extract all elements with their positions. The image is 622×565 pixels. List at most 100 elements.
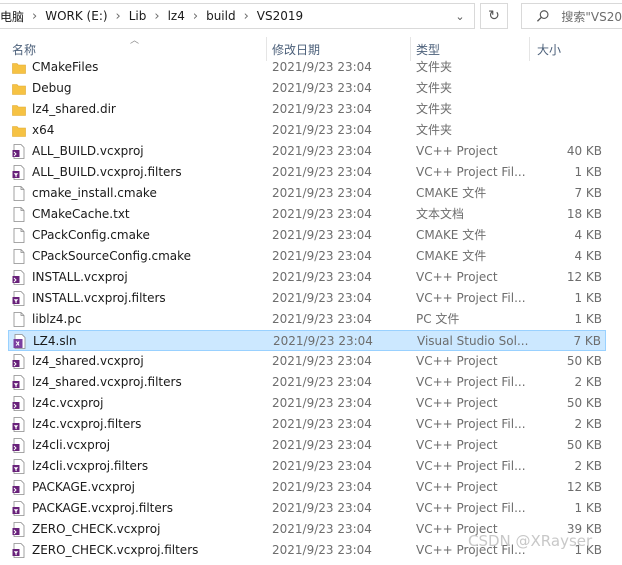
file-type: VC++ Project xyxy=(416,144,498,158)
file-row[interactable]: Debug 2021/9/23 23:04 文件夹 xyxy=(8,78,606,99)
document-icon xyxy=(12,228,26,243)
file-row[interactable]: cmake_install.cmake 2021/9/23 23:04 CMAKE … xyxy=(8,183,606,204)
file-row[interactable]: lz4cli.vcxproj.filters 2021/9/23 23:04 VC+… xyxy=(8,456,606,477)
file-row[interactable]: INSTALL.vcxproj 2021/9/23 23:04 VC++ Proje… xyxy=(8,267,606,288)
refresh-button[interactable]: ↻ xyxy=(480,3,508,29)
file-name: lz4_shared.dir xyxy=(32,102,116,116)
file-name: INSTALL.vcxproj xyxy=(32,270,128,284)
file-modified-date: 2021/9/23 23:04 xyxy=(272,186,372,200)
address-bar[interactable]: 电脑 › WORK (E:) › Lib › lz4 › build › VS2… xyxy=(0,3,475,29)
file-name: lz4_shared.vcxproj.filters xyxy=(32,375,182,389)
chevron-right-icon[interactable]: › xyxy=(32,9,37,24)
file-type: PC 文件 xyxy=(416,312,460,326)
file-name: PACKAGE.vcxproj xyxy=(32,480,135,494)
file-size: 7 KB xyxy=(574,186,602,200)
chevron-down-icon[interactable]: ⌄ xyxy=(452,8,468,24)
file-row[interactable]: ALL_BUILD.vcxproj.filters 2021/9/23 23:04… xyxy=(8,162,606,183)
vcxproj-filters-icon xyxy=(12,165,26,180)
file-row[interactable]: CPackConfig.cmake 2021/9/23 23:04 CMAKE 文件… xyxy=(8,225,606,246)
file-row[interactable]: ALL_BUILD.vcxproj 2021/9/23 23:04 VC++ Pro… xyxy=(8,141,606,162)
file-name: LZ4.sln xyxy=(33,334,77,348)
chevron-right-icon[interactable]: › xyxy=(244,9,249,24)
file-row[interactable]: CMakeFiles 2021/9/23 23:04 文件夹 xyxy=(8,57,606,78)
file-name: ZERO_CHECK.vcxproj xyxy=(32,522,161,536)
file-modified-date: 2021/9/23 23:04 xyxy=(272,396,372,410)
file-size: 50 KB xyxy=(566,354,602,368)
chevron-right-icon[interactable]: › xyxy=(116,9,121,24)
file-modified-date: 2021/9/23 23:04 xyxy=(272,312,372,326)
file-size: 1 KB xyxy=(574,291,602,305)
folder-icon xyxy=(12,60,26,75)
file-row[interactable]: LZ4.sln 2021/9/23 23:04 Visual Studio Sol.… xyxy=(8,330,606,351)
file-size: 1 KB xyxy=(574,312,602,326)
file-row[interactable]: x64 2021/9/23 23:04 文件夹 xyxy=(8,120,606,141)
file-name: INSTALL.vcxproj.filters xyxy=(32,291,166,305)
breadcrumb: 电脑 › WORK (E:) › Lib › lz4 › build › VS2… xyxy=(0,4,303,28)
file-row[interactable]: CPackSourceConfig.cmake 2021/9/23 23:04 CM… xyxy=(8,246,606,267)
breadcrumb-item-vs2019[interactable]: VS2019 xyxy=(257,9,303,23)
file-type: VC++ Project xyxy=(416,438,498,452)
file-name: CPackConfig.cmake xyxy=(32,228,150,242)
file-row[interactable]: lz4_shared.dir 2021/9/23 23:04 文件夹 xyxy=(8,99,606,120)
file-row[interactable]: lz4_shared.vcxproj.filters 2021/9/23 23:0… xyxy=(8,372,606,393)
file-modified-date: 2021/9/23 23:04 xyxy=(272,501,372,515)
file-type: VC++ Project Fil... xyxy=(416,417,526,431)
file-row[interactable]: INSTALL.vcxproj.filters 2021/9/23 23:04 VC… xyxy=(8,288,606,309)
file-size: 50 KB xyxy=(566,438,602,452)
file-size: 4 KB xyxy=(574,228,602,242)
file-row[interactable]: CMakeCache.txt 2021/9/23 23:04 文本文档 18 KB xyxy=(8,204,606,225)
sln-icon xyxy=(13,334,27,349)
file-row[interactable]: PACKAGE.vcxproj 2021/9/23 23:04 VC++ Proje… xyxy=(8,477,606,498)
file-modified-date: 2021/9/23 23:04 xyxy=(272,375,372,389)
sort-ascending-icon: ︿ xyxy=(130,36,140,46)
file-name: CMakeCache.txt xyxy=(32,207,130,221)
file-modified-date: 2021/9/23 23:04 xyxy=(272,228,372,242)
file-type: VC++ Project Fil... xyxy=(416,501,526,515)
file-modified-date: 2021/9/23 23:04 xyxy=(272,123,372,137)
file-modified-date: 2021/9/23 23:04 xyxy=(272,480,372,494)
file-modified-date: 2021/9/23 23:04 xyxy=(272,249,372,263)
file-modified-date: 2021/9/23 23:04 xyxy=(272,354,372,368)
search-placeholder: 搜索"VS20 xyxy=(561,9,622,24)
file-size: 2 KB xyxy=(574,417,602,431)
breadcrumb-item-lz4[interactable]: lz4 xyxy=(168,9,185,23)
file-modified-date: 2021/9/23 23:04 xyxy=(272,522,372,536)
file-size: 2 KB xyxy=(574,375,602,389)
document-icon xyxy=(12,207,26,222)
vcxproj-icon xyxy=(12,438,26,453)
file-name: Debug xyxy=(32,81,72,95)
breadcrumb-item-pc[interactable]: 电脑 xyxy=(0,8,24,25)
vcxproj-filters-icon xyxy=(12,375,26,390)
file-name: ALL_BUILD.vcxproj.filters xyxy=(32,165,182,179)
file-type: VC++ Project xyxy=(416,480,498,494)
file-row[interactable]: lz4c.vcxproj 2021/9/23 23:04 VC++ Project 5… xyxy=(8,393,606,414)
search-box[interactable]: 搜索"VS20 xyxy=(521,3,622,29)
chevron-right-icon[interactable]: › xyxy=(154,9,159,24)
chevron-right-icon[interactable]: › xyxy=(193,9,198,24)
file-type: CMAKE 文件 xyxy=(416,228,487,242)
vcxproj-icon xyxy=(12,396,26,411)
file-size: 7 KB xyxy=(573,334,601,348)
search-icon xyxy=(536,10,549,22)
file-row[interactable]: PACKAGE.vcxproj.filters 2021/9/23 23:04 VC… xyxy=(8,498,606,519)
file-row[interactable]: lz4cli.vcxproj 2021/9/23 23:04 VC++ Projec… xyxy=(8,435,606,456)
file-row[interactable]: liblz4.pc 2021/9/23 23:04 PC 文件 1 KB xyxy=(8,309,606,330)
file-size: 2 KB xyxy=(574,459,602,473)
document-icon xyxy=(12,186,26,201)
file-type: Visual Studio Sol... xyxy=(417,334,529,348)
file-modified-date: 2021/9/23 23:04 xyxy=(272,102,372,116)
document-icon xyxy=(12,249,26,264)
file-size: 12 KB xyxy=(566,270,602,284)
vcxproj-filters-icon xyxy=(12,291,26,306)
refresh-icon: ↻ xyxy=(488,8,500,24)
breadcrumb-item-build[interactable]: build xyxy=(206,9,236,23)
file-name: lz4c.vcxproj xyxy=(32,396,104,410)
file-type: VC++ Project xyxy=(416,354,498,368)
file-row[interactable]: lz4_shared.vcxproj 2021/9/23 23:04 VC++ Pr… xyxy=(8,351,606,372)
file-type: 文件夹 xyxy=(416,60,453,74)
file-type: 文件夹 xyxy=(416,81,453,95)
breadcrumb-item-lib[interactable]: Lib xyxy=(129,9,147,23)
breadcrumb-item-drive[interactable]: WORK (E:) xyxy=(45,9,107,23)
file-row[interactable]: lz4c.vcxproj.filters 2021/9/23 23:04 VC++ … xyxy=(8,414,606,435)
file-modified-date: 2021/9/23 23:04 xyxy=(272,207,372,221)
